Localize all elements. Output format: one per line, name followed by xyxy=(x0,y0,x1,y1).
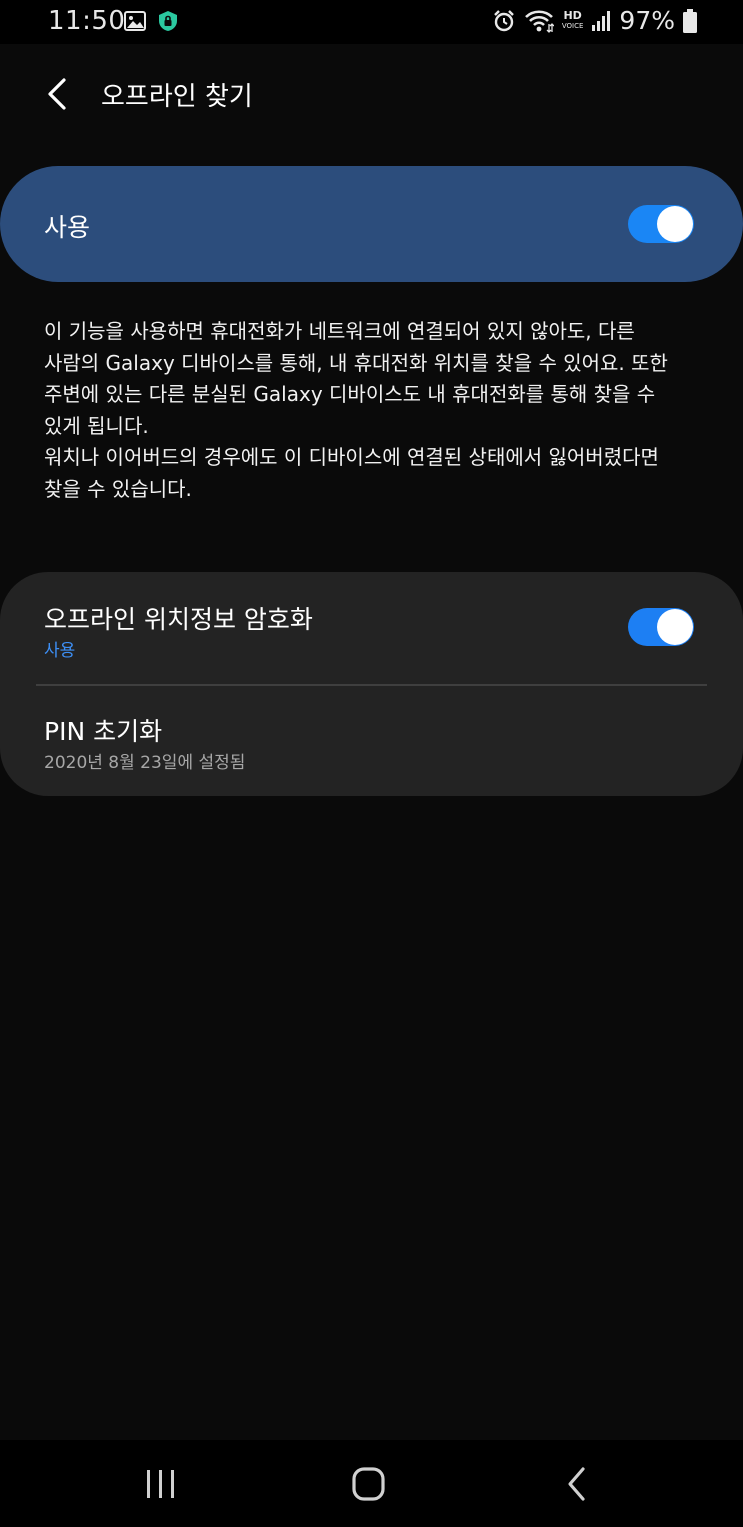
description-line: 찾을 수 있습니다. xyxy=(44,476,192,501)
master-switch-label: 사용 xyxy=(44,213,91,242)
toggle-knob xyxy=(657,206,693,242)
battery-percent: 97% xyxy=(619,6,675,35)
hd-sub-label: VOICE xyxy=(561,21,584,30)
description-line: 이 기능을 사용하면 휴대전화가 네트워크에 연결되어 있지 않아도, 다른 xyxy=(44,319,635,343)
reset-pin-title: PIN 초기화 xyxy=(44,717,163,746)
master-switch-toggle[interactable] xyxy=(628,205,694,243)
chevron-left-icon xyxy=(48,78,66,110)
navigation-bar xyxy=(0,1440,743,1527)
back-button[interactable] xyxy=(38,74,78,114)
feature-description: 이 기능을 사용하면 휴대전화가 네트워크에 연결되어 있지 않아도, 다른 사… xyxy=(44,316,704,505)
alarm-icon xyxy=(494,9,514,31)
gallery-icon xyxy=(124,11,146,31)
wifi-icon xyxy=(524,9,554,33)
status-right-icons: HD VOICE 97% xyxy=(492,6,697,35)
encrypt-location-title: 오프라인 위치정보 암호화 xyxy=(44,605,313,634)
page-title: 오프라인 찾기 xyxy=(101,82,253,112)
master-switch-card[interactable]: 사용 xyxy=(0,166,743,282)
encrypt-location-row[interactable]: 오프라인 위치정보 암호화 사용 xyxy=(0,572,743,684)
header: 오프라인 찾기 xyxy=(0,44,743,144)
signal-icon xyxy=(592,10,611,31)
status-left-icons xyxy=(124,10,178,32)
screen: 11:50 HD VOICE 97% 오프라인 찾기 사용 이 기능을 사용하면… xyxy=(0,0,743,1527)
secure-folder-icon xyxy=(159,11,177,31)
hd-voice-icon: HD VOICE xyxy=(561,8,584,31)
status-bar: 11:50 HD VOICE 97% xyxy=(0,0,743,44)
home-button[interactable] xyxy=(344,1464,394,1504)
recents-icon xyxy=(147,1470,174,1498)
nav-back-button[interactable] xyxy=(552,1464,602,1504)
description-line: 주변에 있는 다른 분실된 Galaxy 디바이스도 내 휴대전화를 통해 찾을… xyxy=(44,382,656,406)
encrypt-location-status: 사용 xyxy=(44,641,76,661)
battery-icon xyxy=(683,8,697,33)
settings-card: 오프라인 위치정보 암호화 사용 PIN 초기화 2020년 8월 23일에 설… xyxy=(0,572,743,796)
toggle-knob xyxy=(657,609,693,645)
reset-pin-date: 2020년 8월 23일에 설정됨 xyxy=(44,753,246,773)
recents-button[interactable] xyxy=(136,1464,186,1504)
description-line: 사람의 Galaxy 디바이스를 통해, 내 휴대전화 위치를 찾을 수 있어요… xyxy=(44,350,668,375)
description-line: 있게 됩니다. xyxy=(44,413,149,438)
back-icon xyxy=(568,1467,585,1501)
hd-label: HD xyxy=(563,8,582,22)
description-line: 워치나 이어버드의 경우에도 이 디바이스에 연결된 상태에서 잃어버렸다면 xyxy=(44,445,659,469)
reset-pin-row[interactable]: PIN 초기화 2020년 8월 23일에 설정됨 xyxy=(0,686,743,796)
encrypt-location-toggle[interactable] xyxy=(628,608,694,646)
status-time: 11:50 xyxy=(48,6,126,36)
home-icon xyxy=(352,1467,385,1501)
